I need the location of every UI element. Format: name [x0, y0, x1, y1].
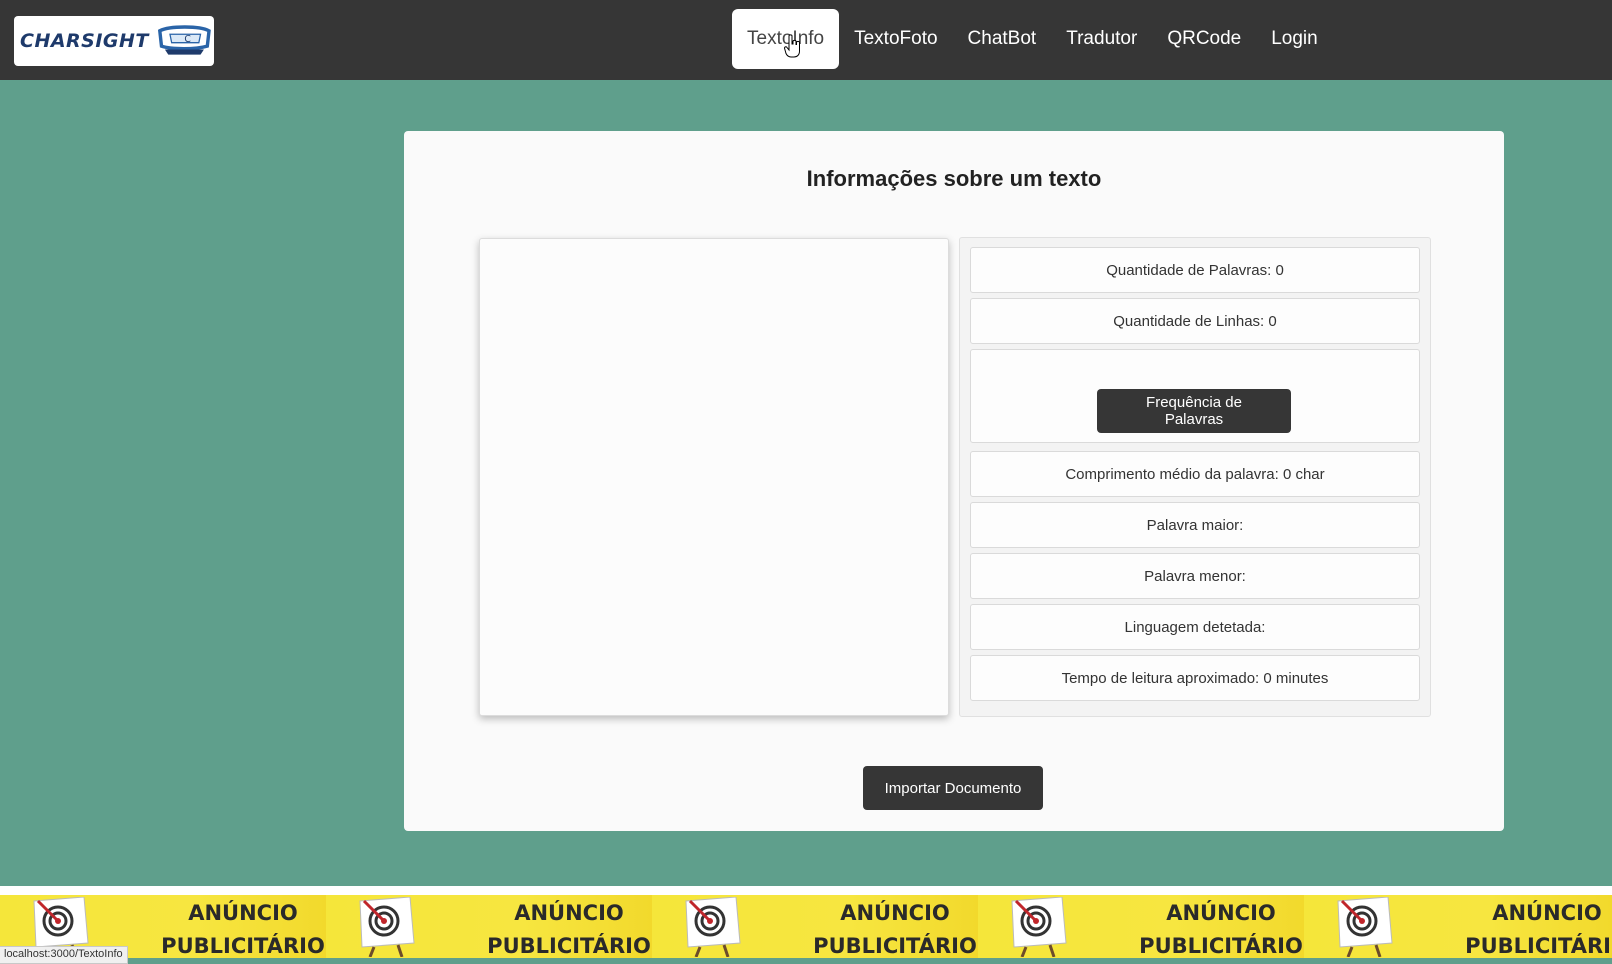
ad-tile: ANÚNCIO PUBLICITÁRIO: [326, 895, 652, 958]
ad-text: ANÚNCIO PUBLICITÁRIO: [810, 897, 978, 958]
nav-link-chatbot[interactable]: ChatBot: [953, 9, 1052, 69]
ad-line1: ANÚNCIO: [188, 901, 298, 925]
ad-tile: ANÚNCIO PUBLICITÁRIO: [978, 895, 1304, 958]
target-board-icon: [1337, 897, 1393, 957]
nav-link-textofoto[interactable]: TextoFoto: [839, 9, 952, 69]
word-count-stat: Quantidade de Palavras: 0: [970, 247, 1420, 293]
ad-line1: ANÚNCIO: [514, 901, 624, 925]
browser-status-url: localhost:3000/TextoInfo: [0, 946, 128, 964]
ad-text: ANÚNCIO PUBLICITÁRIO: [158, 897, 326, 958]
ad-tile: ANÚNCIO PUBLICITÁRIO: [652, 895, 978, 958]
top-navbar: CHARSIGHT C TextoInfo TextoFoto ChatBot …: [0, 0, 1612, 80]
ad-line1: ANÚNCIO: [1492, 901, 1602, 925]
import-document-button[interactable]: Importar Documento: [863, 766, 1043, 810]
ad-line2: PUBLICITÁRIO: [487, 934, 651, 958]
target-board-icon: [359, 897, 415, 957]
text-info-card: Informações sobre um texto Quantidade de…: [404, 131, 1504, 831]
line-count-stat: Quantidade de Linhas: 0: [970, 298, 1420, 344]
text-input-area[interactable]: [479, 238, 949, 716]
stats-panel: Quantidade de Palavras: 0 Quantidade de …: [959, 237, 1431, 717]
target-board-icon: [1011, 897, 1067, 957]
ad-line1: ANÚNCIO: [1166, 901, 1276, 925]
longest-word-stat: Palavra maior:: [970, 502, 1420, 548]
nav-link-tradutor[interactable]: Tradutor: [1051, 9, 1152, 69]
ad-text: ANÚNCIO PUBLICITÁRIO: [1462, 897, 1612, 958]
target-board-icon: [685, 897, 741, 957]
charsight-logo[interactable]: CHARSIGHT C: [14, 16, 214, 66]
ad-text: ANÚNCIO PUBLICITÁRIO: [1136, 897, 1304, 958]
nav-menu: TextoInfo TextoFoto ChatBot Tradutor QRC…: [732, 9, 1333, 69]
word-frequency-box: Frequência de Palavras: [970, 349, 1420, 443]
ad-line2: PUBLICITÁRIO: [813, 934, 977, 958]
ad-line2: PUBLICITÁRIO: [1139, 934, 1303, 958]
monitor-logo-icon: C: [157, 25, 211, 55]
page-title: Informações sobre um texto: [806, 166, 1102, 191]
ad-text: ANÚNCIO PUBLICITÁRIO: [484, 897, 652, 958]
svg-text:C: C: [184, 34, 191, 45]
nav-link-qrcode[interactable]: QRCode: [1152, 9, 1256, 69]
ad-banner[interactable]: ANÚNCIO PUBLICITÁRIO ANÚNCIO PUBLICITÁRI…: [0, 886, 1612, 958]
shortest-word-stat: Palavra menor:: [970, 553, 1420, 599]
ad-line1: ANÚNCIO: [840, 901, 950, 925]
word-frequency-button[interactable]: Frequência de Palavras: [1097, 389, 1291, 433]
hand-cursor-icon: [784, 34, 800, 58]
ad-line2: PUBLICITÁRIO: [161, 934, 325, 958]
nav-link-login[interactable]: Login: [1256, 9, 1333, 69]
avg-word-length-stat: Comprimento médio da palavra: 0 char: [970, 451, 1420, 497]
detected-language-stat: Linguagem detetada:: [970, 604, 1420, 650]
logo-text: CHARSIGHT: [20, 30, 149, 52]
ad-line2: PUBLICITÁRIO: [1465, 934, 1612, 958]
ad-tile: ANÚNCIO PUBLICITÁRIO: [1304, 895, 1612, 958]
reading-time-stat: Tempo de leitura aproximado: 0 minutes: [970, 655, 1420, 701]
